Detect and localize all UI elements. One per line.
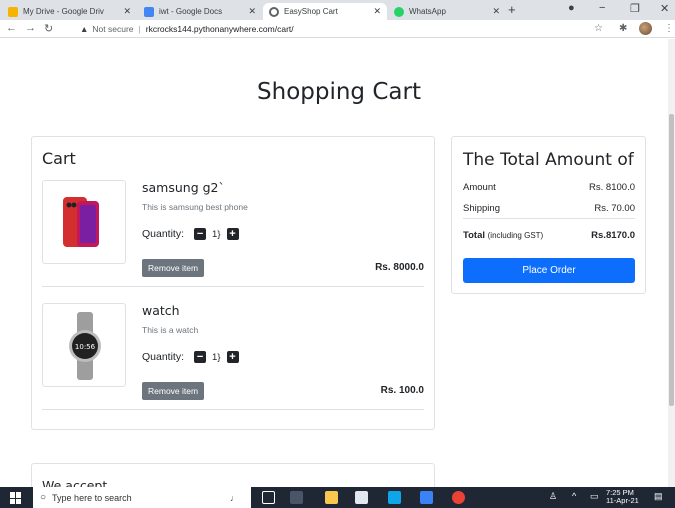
notification-icon[interactable]: ▤ xyxy=(654,492,663,501)
close-icon[interactable]: ✕ xyxy=(248,6,256,17)
shipping-row: Shipping Rs. 70.00 xyxy=(463,203,635,219)
page-content: Shopping Cart Cart samsung g2` This is s… xyxy=(0,39,668,487)
tab-bar: My Drive - Google Driv ✕ iwt - Google Do… xyxy=(0,0,675,20)
globe-icon xyxy=(269,6,279,17)
item-price: Rs. 100.0 xyxy=(380,385,424,396)
tab-whatsapp[interactable]: WhatsApp ✕ xyxy=(388,3,506,20)
app-icon[interactable] xyxy=(290,491,303,504)
whatsapp-icon xyxy=(394,6,404,17)
cart-item: 10:56 watch This is a watch Quantity: − … xyxy=(42,303,424,409)
tab-easyshop-cart[interactable]: EasyShop Cart ✕ xyxy=(263,3,387,20)
payment-methods-card: We accept xyxy=(31,463,435,487)
minimize-icon[interactable]: − xyxy=(599,2,605,14)
quantity-label: Quantity: xyxy=(142,228,185,240)
windows-start-icon[interactable] xyxy=(10,492,22,504)
tab-my-drive[interactable]: My Drive - Google Driv ✕ xyxy=(2,3,137,20)
item-name: watch xyxy=(142,303,180,318)
place-order-button[interactable]: Place Order xyxy=(463,258,635,283)
minus-icon[interactable]: − xyxy=(194,228,207,240)
cart-heading: Cart xyxy=(42,149,76,168)
window-close-icon[interactable]: ✕ xyxy=(660,2,669,15)
cart-card: Cart samsung g2` This is samsung best ph… xyxy=(31,136,435,430)
plus-icon[interactable]: + xyxy=(226,351,239,363)
forward-icon[interactable]: → xyxy=(25,22,36,34)
tab-label: EasyShop Cart xyxy=(284,7,338,16)
security-label: Not secure xyxy=(92,24,134,34)
total-heading: The Total Amount of xyxy=(463,150,634,170)
menu-icon[interactable]: ⋮ xyxy=(664,23,674,34)
profile-menu-icon[interactable]: ● xyxy=(568,2,575,14)
quantity-value: 1} xyxy=(212,351,221,363)
clock-date: 11-Apr-21 xyxy=(606,496,639,505)
total-value: Rs.8170.0 xyxy=(591,230,635,241)
minus-icon[interactable]: − xyxy=(194,351,207,363)
tab-label: My Drive - Google Driv xyxy=(23,7,104,16)
reload-icon[interactable]: ↻ xyxy=(44,22,53,35)
plus-icon[interactable]: + xyxy=(226,228,239,240)
total-note: (including GST) xyxy=(487,231,544,240)
microphone-icon[interactable]: ♩ xyxy=(230,493,239,503)
watch-time: 10:56 xyxy=(75,343,96,351)
item-name: samsung g2` xyxy=(142,180,225,195)
quantity-stepper: Quantity: − 1} + xyxy=(142,228,239,240)
google-docs-icon xyxy=(144,6,154,17)
vscode-icon[interactable] xyxy=(420,491,433,504)
item-description: This is a watch xyxy=(142,325,199,335)
amount-label: Amount xyxy=(463,182,496,193)
page-title: Shopping Cart xyxy=(257,79,421,105)
store-icon[interactable] xyxy=(355,491,368,504)
network-icon[interactable]: ▭ xyxy=(590,492,599,501)
search-icon: ○ xyxy=(40,492,47,503)
maximize-icon[interactable]: ❐ xyxy=(630,2,640,15)
amount-value: Rs. 8100.0 xyxy=(589,182,635,193)
quantity-value: 1} xyxy=(212,228,221,240)
tab-google-docs[interactable]: iwt - Google Docs ✕ xyxy=(138,3,262,20)
url-text[interactable]: rkcrocks144.pythonanywhere.com/cart/ xyxy=(146,24,294,34)
chevron-up-icon[interactable]: ^ xyxy=(572,492,576,501)
task-view-icon[interactable] xyxy=(262,491,275,504)
remove-item-button[interactable]: Remove item xyxy=(142,382,205,400)
clock[interactable]: 7:25 PM 11-Apr-21 xyxy=(606,489,639,505)
star-icon[interactable]: ☆ xyxy=(594,23,603,34)
address-bar-row: ← → ↻ ▲ Not secure | rkcrocks144.pythona… xyxy=(0,20,675,38)
phone-image xyxy=(42,180,126,264)
warning-icon: ▲ xyxy=(80,24,89,34)
total-card: The Total Amount of Amount Rs. 8100.0 Sh… xyxy=(451,136,646,294)
quantity-stepper: Quantity: − 1} + xyxy=(142,351,239,363)
amount-row: Amount Rs. 8100.0 xyxy=(463,182,635,193)
shipping-label: Shipping xyxy=(463,203,500,214)
divider xyxy=(42,409,424,410)
google-drive-icon xyxy=(8,6,18,17)
avatar[interactable] xyxy=(639,22,652,35)
shipping-value: Rs. 70.00 xyxy=(594,203,635,214)
total-label: Total xyxy=(463,230,485,241)
address-bar[interactable]: ▲ Not secure | rkcrocks144.pythonanywher… xyxy=(80,21,294,37)
item-description: This is samsung best phone xyxy=(142,202,248,212)
divider xyxy=(42,286,424,287)
item-price: Rs. 8000.0 xyxy=(375,262,424,273)
chrome-icon[interactable] xyxy=(452,491,465,504)
cart-item: samsung g2` This is samsung best phone Q… xyxy=(42,180,424,286)
watch-image: 10:56 xyxy=(42,303,126,387)
divider: | xyxy=(138,24,141,34)
total-row: Total (including GST) Rs.8170.0 xyxy=(463,230,635,241)
taskbar-search-input[interactable]: ○ Type here to search ♩ xyxy=(33,487,251,508)
tab-label: iwt - Google Docs xyxy=(159,7,223,16)
close-icon[interactable]: ✕ xyxy=(123,6,131,17)
taskbar: ○ Type here to search ♩ ♙ ^ ▭ 7:25 PM 11… xyxy=(0,487,675,508)
people-icon[interactable]: ♙ xyxy=(549,492,557,501)
extensions-icon[interactable]: ✱ xyxy=(619,23,627,34)
tab-label: WhatsApp xyxy=(409,7,446,16)
file-explorer-icon[interactable] xyxy=(325,491,338,504)
close-icon[interactable]: ✕ xyxy=(373,6,381,17)
accept-heading: We accept xyxy=(42,478,108,487)
remove-item-button[interactable]: Remove item xyxy=(142,259,205,277)
quantity-label: Quantity: xyxy=(142,351,185,363)
messaging-app-icon[interactable] xyxy=(388,491,401,504)
close-icon[interactable]: ✕ xyxy=(492,6,500,17)
search-placeholder: Type here to search xyxy=(52,492,132,503)
new-tab-button[interactable]: + xyxy=(508,2,516,17)
back-icon[interactable]: ← xyxy=(6,22,17,34)
scrollbar-thumb[interactable] xyxy=(669,114,674,406)
